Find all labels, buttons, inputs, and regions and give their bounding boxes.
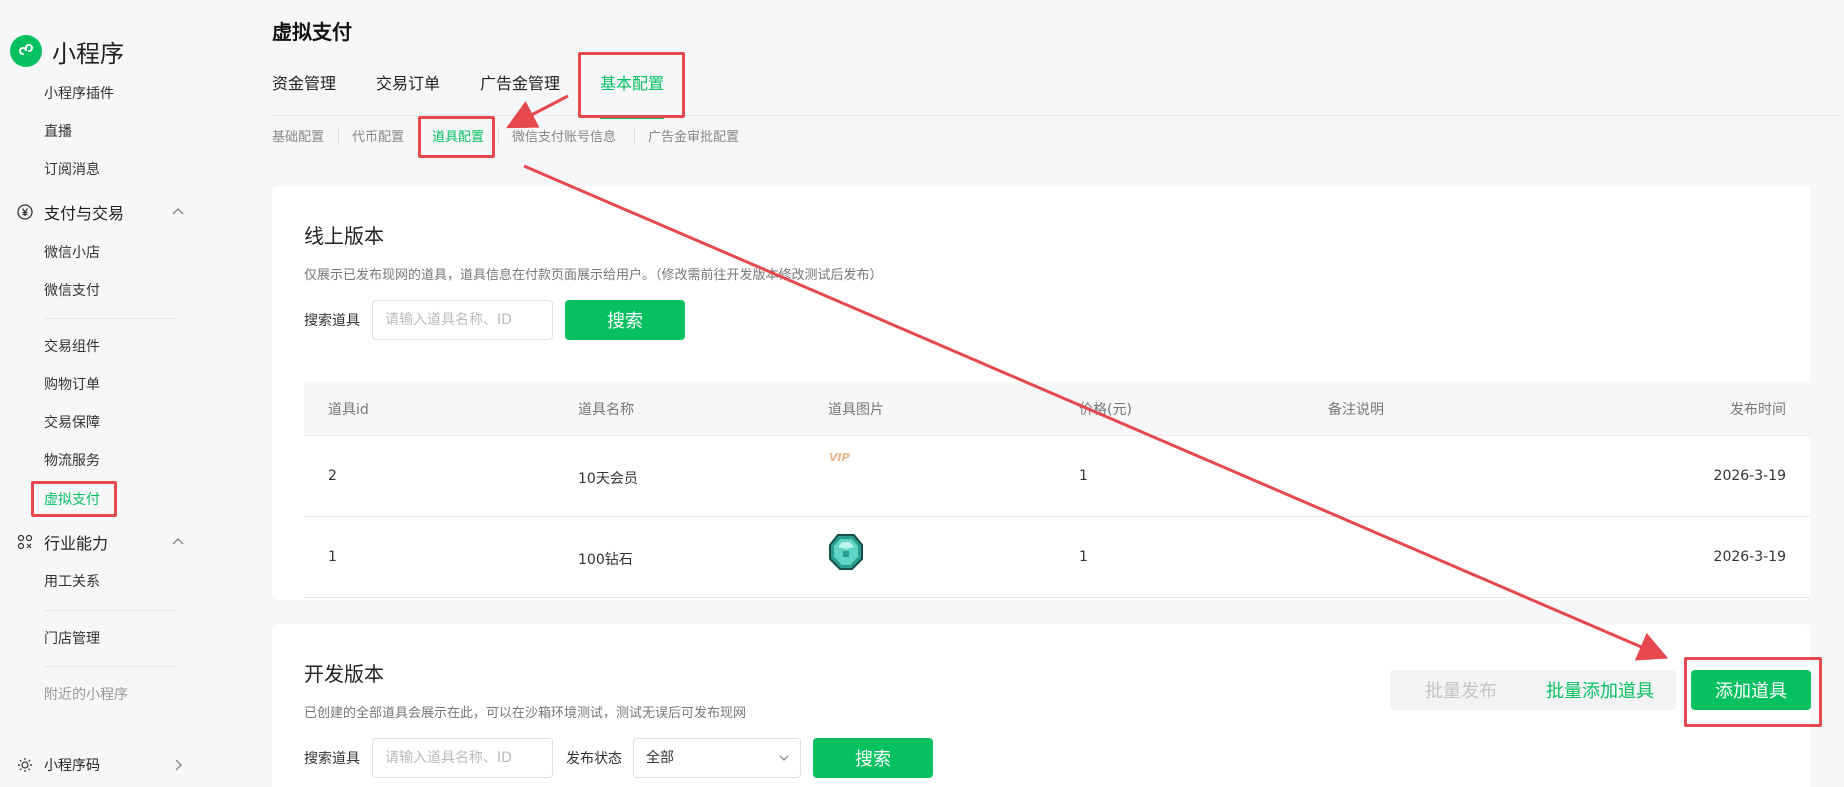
dev-search-input[interactable] bbox=[372, 738, 553, 778]
sidebar-item-trade-guarantee[interactable]: 交易保障 bbox=[44, 413, 100, 433]
tab-ad-funds[interactable]: 广告金管理 bbox=[480, 70, 560, 100]
dev-title: 开发版本 bbox=[304, 662, 384, 686]
main-tabs: 资金管理 交易订单 广告金管理 基本配置 bbox=[272, 66, 1842, 119]
dev-version-card: 开发版本 已创建的全部道具会展示在此，可以在沙箱环境测试，测试无误后可发布现网 … bbox=[272, 624, 1811, 787]
sidebar-divider bbox=[44, 318, 178, 319]
sidebar-item-logistics[interactable]: 物流服务 bbox=[44, 451, 100, 471]
col-image: 道具图片 bbox=[828, 402, 884, 418]
vip-text: VIP bbox=[829, 451, 850, 464]
sidebar-item-nearby[interactable]: 附近的小程序 bbox=[44, 685, 128, 705]
qrcode-sun-icon bbox=[16, 756, 34, 774]
sidebar-item-wx-pay[interactable]: 微信支付 bbox=[44, 281, 100, 301]
sidebar-item-plugin[interactable]: 小程序插件 bbox=[44, 84, 114, 104]
sidebar-group-label: 行业能力 bbox=[44, 534, 109, 553]
dev-search-label: 搜索道具 bbox=[304, 751, 360, 767]
subtab-basic[interactable]: 基础配置 bbox=[272, 126, 324, 145]
status-select-value: 全部 bbox=[646, 750, 674, 766]
tab-basic-config[interactable]: 基本配置 bbox=[600, 70, 665, 119]
cell-price: 1 bbox=[1079, 468, 1088, 484]
chevron-up-icon bbox=[172, 208, 184, 215]
tab-funds[interactable]: 资金管理 bbox=[272, 70, 336, 100]
table-header: 道具id 道具名称 道具图片 价格(元) 备注说明 发布时间 bbox=[304, 382, 1810, 436]
subtab-divider bbox=[634, 129, 635, 143]
sidebar-group-label: 小程序码 bbox=[44, 758, 100, 774]
tab-orders[interactable]: 交易订单 bbox=[376, 70, 440, 100]
yuan-icon bbox=[16, 203, 34, 221]
sidebar-item-trade-component[interactable]: 交易组件 bbox=[44, 337, 100, 357]
cell-name: 10天会员 bbox=[578, 471, 638, 487]
table-row: 2 10天会员 VIP 1 2026-3-19 bbox=[304, 436, 1810, 517]
subtab-divider bbox=[498, 129, 499, 143]
sidebar-item-wx-store[interactable]: 微信小店 bbox=[44, 243, 100, 263]
chevron-right-icon bbox=[175, 759, 182, 771]
col-id: 道具id bbox=[328, 402, 369, 418]
col-time: 发布时间 bbox=[1730, 402, 1786, 418]
col-name: 道具名称 bbox=[578, 402, 634, 418]
sidebar-group-label: 支付与交易 bbox=[44, 204, 125, 223]
sidebar-divider bbox=[44, 666, 178, 667]
cell-price: 1 bbox=[1079, 549, 1088, 565]
search-label: 搜索道具 bbox=[304, 313, 360, 329]
sidebar-group-qrcode[interactable]: 小程序码 bbox=[16, 753, 186, 777]
table-row: 1 100钻石 1 2026-3-19 bbox=[304, 517, 1810, 598]
brand-title: 小程序 bbox=[52, 39, 124, 68]
chevron-down-icon bbox=[779, 755, 789, 761]
sidebar: 小程序 小程序插件 直播 订阅消息 支付与交易 微信小店 微信支付 交易组件 购… bbox=[0, 0, 245, 787]
mini-program-logo-icon bbox=[10, 35, 42, 67]
sidebar-item-subscribe[interactable]: 订阅消息 bbox=[44, 160, 100, 180]
sidebar-group-industry[interactable]: 行业能力 bbox=[16, 530, 186, 554]
online-search-button[interactable]: 搜索 bbox=[565, 300, 685, 340]
vip-icon: VIP bbox=[829, 451, 850, 464]
online-search-input[interactable] bbox=[372, 300, 553, 340]
dev-search-button[interactable]: 搜索 bbox=[813, 738, 933, 778]
subtab-ad-approval[interactable]: 广告金审批配置 bbox=[648, 126, 739, 145]
status-label: 发布状态 bbox=[566, 751, 622, 767]
sidebar-group-payment[interactable]: 支付与交易 bbox=[16, 200, 186, 224]
status-select[interactable]: 全部 bbox=[633, 738, 801, 778]
subtab-divider bbox=[418, 129, 419, 143]
sidebar-item-employment[interactable]: 用工关系 bbox=[44, 572, 100, 592]
batch-publish-button[interactable]: 批量发布 bbox=[1390, 670, 1532, 710]
cell-name: 100钻石 bbox=[578, 552, 633, 568]
diamond-icon bbox=[829, 534, 863, 570]
sidebar-divider bbox=[44, 610, 178, 611]
batch-add-items-button[interactable]: 批量添加道具 bbox=[1524, 670, 1676, 710]
subtab-items[interactable]: 道具配置 bbox=[432, 126, 484, 145]
subtab-currency[interactable]: 代币配置 bbox=[352, 126, 404, 145]
online-version-card: 线上版本 仅展示已发布现网的道具，道具信息在付款页面展示给用户。（修改需前往开发… bbox=[272, 186, 1810, 600]
subtab-divider bbox=[338, 129, 339, 143]
sidebar-item-virtual-pay[interactable]: 虚拟支付 bbox=[44, 490, 100, 510]
industry-icon bbox=[16, 533, 34, 551]
sidebar-item-live[interactable]: 直播 bbox=[44, 122, 72, 142]
col-note: 备注说明 bbox=[1328, 402, 1384, 418]
col-price: 价格(元) bbox=[1079, 402, 1132, 418]
page-title: 虚拟支付 bbox=[272, 20, 352, 44]
add-item-button[interactable]: 添加道具 bbox=[1691, 670, 1811, 710]
cell-time: 2026-3-19 bbox=[1713, 549, 1786, 565]
cell-id: 1 bbox=[328, 549, 337, 565]
online-items-table: 道具id 道具名称 道具图片 价格(元) 备注说明 发布时间 2 10天会员 V… bbox=[304, 382, 1810, 598]
sidebar-item-store-manage[interactable]: 门店管理 bbox=[44, 629, 100, 649]
sidebar-item-orders[interactable]: 购物订单 bbox=[44, 375, 100, 395]
dev-desc: 已创建的全部道具会展示在此，可以在沙箱环境测试，测试无误后可发布现网 bbox=[304, 706, 747, 721]
cell-time: 2026-3-19 bbox=[1713, 468, 1786, 484]
subtab-wxpay-account[interactable]: 微信支付账号信息 bbox=[512, 126, 616, 145]
cell-id: 2 bbox=[328, 468, 337, 484]
chevron-up-icon bbox=[172, 538, 184, 545]
brand[interactable]: 小程序 bbox=[10, 34, 124, 68]
online-desc: 仅展示已发布现网的道具，道具信息在付款页面展示给用户。（修改需前往开发版本修改测… bbox=[304, 268, 883, 283]
online-title: 线上版本 bbox=[304, 224, 384, 248]
